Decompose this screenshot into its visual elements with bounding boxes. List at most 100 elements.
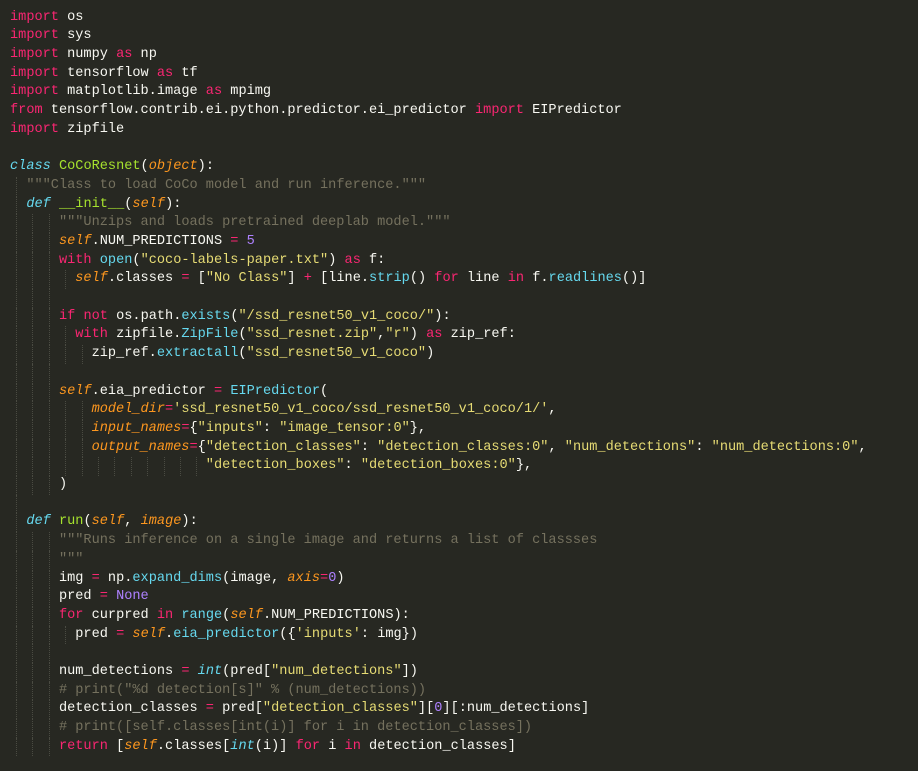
code-token: eia_predictor <box>173 626 280 642</box>
code-line: """Runs inference on a single image and … <box>10 532 597 550</box>
code-token: readlines <box>548 271 622 287</box>
code-token: as <box>156 65 174 81</box>
code-token: ][:num_detections] <box>442 701 590 717</box>
code-token: f: <box>360 252 386 268</box>
code-token: 'inputs' <box>295 626 361 642</box>
code-token: , <box>548 402 557 418</box>
code-line: pred = self.eia_predictor({'inputs': img… <box>10 626 418 644</box>
code-token: tensorflow.contrib.ei.python.predictor.e… <box>42 103 475 118</box>
code-token: = <box>99 589 108 605</box>
code-token: as <box>344 252 361 268</box>
code-token: for <box>58 607 84 623</box>
code-token: = <box>213 383 223 399</box>
code-token: "/ssd_resnet50_v1_coco/" <box>238 308 435 324</box>
code-token: """ <box>58 551 84 567</box>
code-token: ) <box>336 570 345 586</box>
code-token: """Unzips and loads pretrained deeplab m… <box>58 215 451 231</box>
code-token: import <box>10 46 59 62</box>
code-line: num_detections = int(pred["num_detection… <box>10 663 418 681</box>
code-line: output_names={"detection_classes": "dete… <box>10 439 867 457</box>
code-token: self <box>58 233 92 249</box>
code-token: "detection_classes" <box>262 701 418 717</box>
indent-guide <box>16 289 17 308</box>
code-token: (image, <box>222 570 288 586</box>
code-line: def run(self, image): <box>10 513 198 531</box>
code-token: ] <box>287 271 304 287</box>
code-token: ) <box>409 327 427 343</box>
code-token: detection_classes <box>10 701 206 717</box>
code-token: import <box>475 103 524 118</box>
code-token: ][ <box>417 701 435 717</box>
code-token: "No Class" <box>205 271 288 287</box>
code-line: ) <box>10 476 67 494</box>
code-token: ( <box>132 252 141 268</box>
code-token: = <box>189 439 198 455</box>
code-token: input_names <box>91 420 182 436</box>
code-line: input_names={"inputs": "image_tensor:0"}… <box>10 420 427 438</box>
code-line: img = np.expand_dims(image, axis=0) <box>10 570 345 588</box>
code-token: ( <box>238 327 247 343</box>
code-token: return <box>58 738 108 754</box>
code-token: "detection_boxes" <box>205 458 345 474</box>
code-token: as <box>116 46 133 62</box>
indent-guide <box>16 644 17 663</box>
code-token: : img}) <box>360 626 418 642</box>
code-line: import matplotlib.image as mpimg <box>10 83 271 101</box>
code-token: self <box>132 626 166 642</box>
code-token: from <box>10 103 43 118</box>
code-line: def __init__(self): <box>10 196 181 214</box>
code-token: zip_ref: <box>442 327 516 343</box>
code-token: open <box>99 252 133 268</box>
code-token: EIPredictor <box>230 383 321 399</box>
code-token: ZipFile <box>181 327 239 343</box>
indent-guide <box>32 363 34 383</box>
code-token: + <box>303 271 312 287</box>
code-token: object <box>148 159 198 175</box>
code-token: "r" <box>385 327 410 343</box>
code-line: zip_ref.extractall("ssd_resnet50_v1_coco… <box>10 345 435 363</box>
code-token: np. <box>99 570 133 586</box>
indent-guide <box>32 644 34 663</box>
code-token: line <box>458 271 508 287</box>
code-token: i <box>320 738 345 754</box>
code-token: = <box>320 570 329 586</box>
code-token: tensorflow <box>58 65 157 81</box>
code-token: "num_detections" <box>564 439 696 455</box>
code-token: self <box>132 196 166 212</box>
code-token: ( <box>320 383 329 399</box>
code-token: "ssd_resnet.zip" <box>246 327 378 343</box>
code-line: self.eia_predictor = EIPredictor( <box>10 383 328 401</box>
code-token: import <box>10 84 59 100</box>
code-token: None <box>116 589 149 605</box>
code-token: tf <box>173 65 198 81</box>
code-token: }, <box>515 458 533 474</box>
code-editor[interactable]: import os import sys import numpy as np imp… <box>0 0 918 771</box>
code-token: def <box>26 196 51 212</box>
code-token: """Runs inference on a single image and … <box>58 533 598 549</box>
code-token: = <box>91 570 100 586</box>
code-token: class <box>10 159 51 175</box>
code-line: with zipfile.ZipFile("ssd_resnet.zip","r… <box>10 326 516 344</box>
code-token: not <box>83 308 108 324</box>
code-line: self.NUM_PREDICTIONS = 5 <box>10 233 255 251</box>
code-token: self <box>91 514 125 530</box>
code-token: mpimg <box>222 84 272 100</box>
indent-guide <box>32 289 34 308</box>
code-token: ( <box>140 159 149 175</box>
code-line: """ <box>10 551 83 569</box>
code-token: ): <box>181 514 198 530</box>
code-token: CoCoResnet <box>58 159 141 175</box>
code-token: () <box>409 271 435 287</box>
code-token: : <box>695 439 712 455</box>
